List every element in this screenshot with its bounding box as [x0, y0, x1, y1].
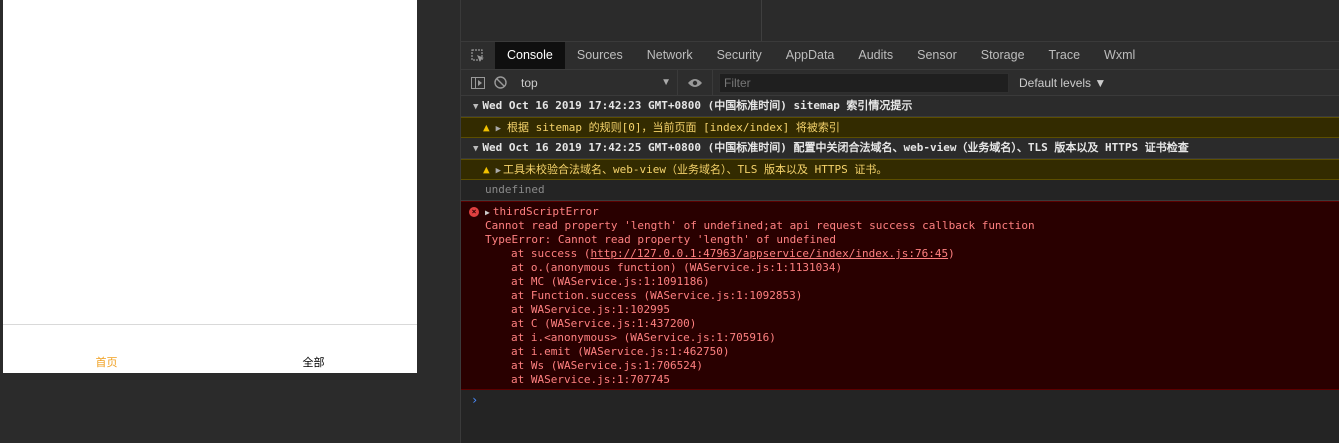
- warning-icon: ▲: [483, 163, 490, 176]
- tab-storage[interactable]: Storage: [969, 42, 1037, 69]
- triangle-right-icon: ▶: [485, 208, 490, 217]
- stack-frame: at i.<anonymous> (WAService.js:1:705916): [511, 331, 776, 344]
- editor-divider: [761, 0, 762, 41]
- stack-frame: at MC (WAService.js:1:1091186): [511, 275, 710, 288]
- sidebar-toggle-icon[interactable]: [467, 70, 489, 95]
- console-output: ▼ Wed Oct 16 2019 17:42:23 GMT+0800 (中国标准…: [461, 96, 1339, 443]
- clear-console-icon[interactable]: [489, 70, 511, 95]
- stack-frame: at o.(anonymous function) (WAService.js:…: [511, 261, 843, 274]
- warning-row[interactable]: ▲ ▶ 工具未校验合法域名、web-view（业务域名）、TLS 版本以及 HTTP…: [461, 159, 1339, 180]
- chevron-down-icon: ▼: [661, 77, 671, 88]
- log-undefined: undefined: [461, 180, 1339, 201]
- tab-console[interactable]: Console: [495, 42, 565, 69]
- tab-sources[interactable]: Sources: [565, 42, 635, 69]
- tab-all[interactable]: 全部: [210, 325, 417, 373]
- error-title: thirdScriptError: [492, 205, 599, 218]
- group-title: Wed Oct 16 2019 17:42:25 GMT+0800 (中国标准时…: [482, 141, 1189, 154]
- tab-all-label: 全部: [302, 356, 325, 369]
- console-group[interactable]: ▼ Wed Oct 16 2019 17:42:23 GMT+0800 (中国标准…: [461, 96, 1339, 117]
- triangle-down-icon: ▼: [473, 144, 479, 154]
- console-prompt[interactable]: ›: [461, 390, 1339, 410]
- filter-input[interactable]: [719, 72, 1009, 93]
- source-link[interactable]: http://127.0.0.1:47963/appservice/index/…: [590, 247, 948, 260]
- console-toolbar: top ▼ Default levels ▼: [461, 70, 1339, 96]
- triangle-down-icon: ▼: [473, 102, 479, 112]
- stack-suffix: ): [948, 247, 955, 260]
- tab-audits[interactable]: Audits: [846, 42, 905, 69]
- triangle-right-icon: ▶: [495, 124, 502, 134]
- warning-text: 根据 sitemap 的规则[0]，当前页面 [index/index] 将被索…: [507, 121, 840, 134]
- tab-network[interactable]: Network: [635, 42, 705, 69]
- tab-wxml[interactable]: Wxml: [1092, 42, 1147, 69]
- error-icon: ×: [469, 207, 479, 217]
- stack-frame: at WAService.js:1:102995: [511, 303, 670, 316]
- context-value: top: [521, 75, 538, 90]
- stack-frame: at C (WAService.js:1:437200): [511, 317, 697, 330]
- editor-area: [461, 0, 1339, 42]
- warning-icon: ▲: [483, 121, 490, 134]
- stack-frame: at WAService.js:1:707745: [511, 373, 670, 386]
- devtools-panel: Console Sources Network Security AppData…: [460, 0, 1339, 443]
- stack-frame: at i.emit (WAService.js:1:462750): [511, 345, 730, 358]
- stack-frame: at success (http://127.0.0.1:47963/appse…: [461, 247, 1339, 261]
- warning-row[interactable]: ▲ ▶ 根据 sitemap 的规则[0]，当前页面 [index/index] 将…: [461, 117, 1339, 138]
- stack-prefix: at success (: [511, 247, 591, 260]
- tab-home-label: 首页: [95, 356, 118, 369]
- eye-icon[interactable]: [678, 70, 713, 95]
- prompt-chevron-icon: ›: [471, 393, 479, 407]
- error-message: × ▶ thirdScriptError Cannot read property…: [461, 201, 1339, 390]
- tab-security[interactable]: Security: [705, 42, 774, 69]
- group-title: Wed Oct 16 2019 17:42:23 GMT+0800 (中国标准时…: [482, 99, 913, 112]
- console-group[interactable]: ▼ Wed Oct 16 2019 17:42:25 GMT+0800 (中国标准…: [461, 138, 1339, 159]
- log-levels-dropdown[interactable]: Default levels ▼: [1019, 76, 1106, 90]
- stack-frame: at Function.success (WAService.js:1:1092…: [511, 289, 803, 302]
- page-content: [3, 0, 417, 324]
- devtools-tabs: Console Sources Network Security AppData…: [461, 42, 1339, 70]
- tab-trace[interactable]: Trace: [1037, 42, 1093, 69]
- triangle-right-icon: ▶: [495, 166, 502, 176]
- context-select[interactable]: top ▼: [521, 70, 678, 95]
- tab-appdata[interactable]: AppData: [774, 42, 847, 69]
- tab-home[interactable]: 首页: [3, 325, 210, 373]
- error-type: TypeError: Cannot read property 'length'…: [485, 233, 836, 246]
- error-title-row[interactable]: ▶ thirdScriptError: [461, 205, 1339, 219]
- stack-frame: at Ws (WAService.js:1:706524): [511, 359, 704, 372]
- tab-bar: 首页 全部: [3, 324, 417, 373]
- inspect-element-icon[interactable]: [461, 42, 495, 69]
- warning-text: 工具未校验合法域名、web-view（业务域名）、TLS 版本以及 HTTPS …: [503, 163, 888, 176]
- tab-sensor[interactable]: Sensor: [905, 42, 969, 69]
- error-text: Cannot read property 'length' of undefin…: [485, 219, 1035, 232]
- simulator-panel: 首页 全部: [0, 0, 460, 443]
- phone-screen: 首页 全部: [3, 0, 417, 373]
